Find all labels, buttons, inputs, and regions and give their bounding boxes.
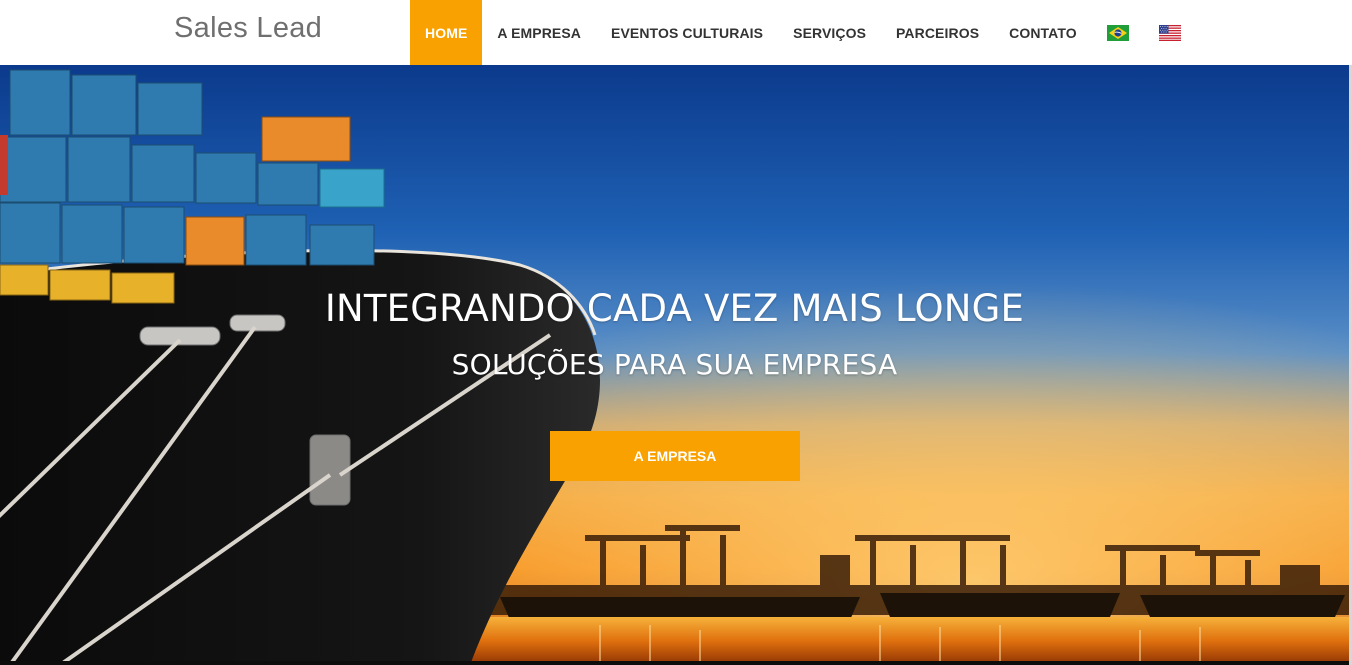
main-nav: HOME A EMPRESA EVENTOS CULTURAIS SERVIÇO… <box>410 0 1196 65</box>
a-empresa-cta-button[interactable]: A EMPRESA <box>550 431 800 481</box>
hero-subtitle: SOLUÇÕES PARA SUA EMPRESA <box>451 348 898 381</box>
hero-title: INTEGRANDO CADA VEZ MAIS LONGE <box>324 287 1025 330</box>
nav-item-contato[interactable]: CONTATO <box>994 0 1092 65</box>
brand-logo-text[interactable]: Sales Lead <box>174 12 322 45</box>
language-portuguese-link[interactable] <box>1092 0 1144 65</box>
hero-section: INTEGRANDO CADA VEZ MAIS LONGE SOLUÇÕES … <box>0 65 1352 665</box>
usa-flag-icon <box>1158 24 1181 41</box>
nav-item-parceiros[interactable]: PARCEIROS <box>881 0 994 65</box>
nav-item-eventos-culturais[interactable]: EVENTOS CULTURAIS <box>596 0 778 65</box>
nav-item-servicos[interactable]: SERVIÇOS <box>778 0 881 65</box>
nav-item-a-empresa[interactable]: A EMPRESA <box>482 0 596 65</box>
language-english-link[interactable] <box>1144 0 1196 65</box>
top-navbar: Sales Lead HOME A EMPRESA EVENTOS CULTUR… <box>0 0 1352 65</box>
brazil-flag-icon <box>1106 24 1129 41</box>
nav-item-home[interactable]: HOME <box>410 0 483 65</box>
